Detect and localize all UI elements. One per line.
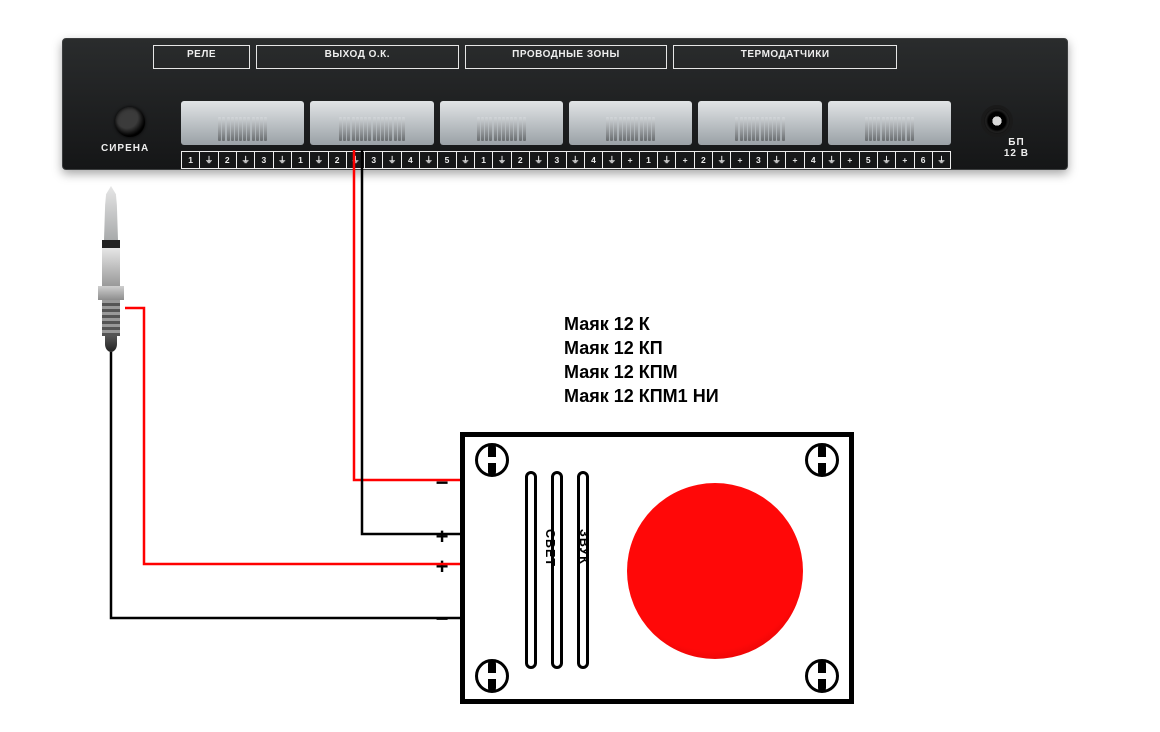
strip-cell: ⏚ bbox=[347, 152, 365, 168]
polarity-minus: − bbox=[432, 470, 452, 496]
strip-cell: 4 bbox=[585, 152, 603, 168]
mount-hole-icon bbox=[805, 659, 839, 693]
trs-sleeve bbox=[102, 248, 120, 286]
strip-cell: ⏚ bbox=[713, 152, 731, 168]
strip-cell: ⏚ bbox=[878, 152, 896, 168]
terminal-block bbox=[828, 101, 951, 145]
terminal-block bbox=[440, 101, 563, 145]
strip-cell: 4 bbox=[402, 152, 420, 168]
strobe-lamp bbox=[627, 483, 803, 659]
strip-cell: + bbox=[676, 152, 694, 168]
wire-red-terminal-to-svet bbox=[354, 150, 460, 480]
group-label-zones: ПРОВОДНЫЕ ЗОНЫ bbox=[465, 45, 668, 69]
mayak-model-line: Маяк 12 КПМ bbox=[564, 360, 719, 384]
wire-red-trs-to-zvuk bbox=[125, 308, 460, 564]
sound-slits bbox=[525, 471, 589, 669]
strip-cell: ⏚ bbox=[200, 152, 218, 168]
terminal-block bbox=[569, 101, 692, 145]
strip-cell: 2 bbox=[329, 152, 347, 168]
strip-cell: 1 bbox=[475, 152, 493, 168]
terminal-block bbox=[310, 101, 433, 145]
group-label-relay: РЕЛЕ bbox=[153, 45, 250, 69]
diagram-stage: РЕЛЕ ВЫХОД О.К. ПРОВОДНЫЕ ЗОНЫ ТЕРМОДАТЧ… bbox=[0, 0, 1160, 732]
dc-power-label: БП12 В bbox=[1004, 137, 1029, 159]
mount-hole-icon bbox=[475, 659, 509, 693]
strip-cell: ⏚ bbox=[603, 152, 621, 168]
mayak-model-line: Маяк 12 КП bbox=[564, 336, 719, 360]
strip-cell: ⏚ bbox=[933, 152, 950, 168]
mayak-model-line: Маяк 12 К bbox=[564, 312, 719, 336]
wire-black-trs-to-zvuk bbox=[111, 352, 460, 618]
trs-audio-plug bbox=[98, 186, 124, 352]
label-sound: ЗВУК bbox=[577, 529, 591, 565]
strip-cell: 1 bbox=[292, 152, 310, 168]
strip-cell: + bbox=[622, 152, 640, 168]
strip-cell: 6 bbox=[915, 152, 933, 168]
strip-cell: ⏚ bbox=[420, 152, 438, 168]
group-label-thermo: ТЕРМОДАТЧИКИ bbox=[673, 45, 897, 69]
trs-nut bbox=[98, 286, 124, 300]
mount-hole-icon bbox=[805, 443, 839, 477]
control-panel-device: РЕЛЕ ВЫХОД О.К. ПРОВОДНЫЕ ЗОНЫ ТЕРМОДАТЧ… bbox=[62, 38, 1068, 170]
strip-cell: 5 bbox=[860, 152, 878, 168]
dc-power-jack bbox=[981, 105, 1013, 137]
strip-cell: + bbox=[731, 152, 749, 168]
strip-cell: 4 bbox=[805, 152, 823, 168]
strip-cell: 1 bbox=[640, 152, 658, 168]
group-label-output: ВЫХОД О.К. bbox=[256, 45, 459, 69]
polarity-plus: + bbox=[432, 554, 452, 580]
polarity-plus: + bbox=[432, 524, 452, 550]
strip-cell: ⏚ bbox=[310, 152, 328, 168]
strip-cell: + bbox=[896, 152, 914, 168]
strip-cell: + bbox=[841, 152, 859, 168]
strip-cell: ⏚ bbox=[237, 152, 255, 168]
strip-cell: 2 bbox=[512, 152, 530, 168]
trs-grip bbox=[102, 300, 120, 336]
strip-cell: ⏚ bbox=[530, 152, 548, 168]
strip-cell: 3 bbox=[255, 152, 273, 168]
strip-cell: ⏚ bbox=[768, 152, 786, 168]
strip-cell: ⏚ bbox=[658, 152, 676, 168]
strip-cell: 3 bbox=[750, 152, 768, 168]
strip-cell: + bbox=[786, 152, 804, 168]
terminal-blocks-row bbox=[181, 101, 951, 145]
strip-cell: ⏚ bbox=[457, 152, 475, 168]
terminal-block bbox=[181, 101, 304, 145]
polarity-minus: − bbox=[432, 606, 452, 632]
trs-boot bbox=[105, 336, 117, 352]
strip-cell: ⏚ bbox=[383, 152, 401, 168]
strip-cell: 3 bbox=[548, 152, 566, 168]
strip-cell: ⏚ bbox=[274, 152, 292, 168]
mayak-model-line: Маяк 12 КПМ1 НИ bbox=[564, 384, 719, 408]
strip-cell: 1 bbox=[182, 152, 200, 168]
strip-cell: 2 bbox=[695, 152, 713, 168]
mayak-siren-module: СВЕТ ЗВУК bbox=[460, 432, 854, 704]
trs-tip bbox=[104, 186, 118, 240]
terminal-block bbox=[698, 101, 821, 145]
strip-cell: 2 bbox=[219, 152, 237, 168]
strip-cell: 5 bbox=[438, 152, 456, 168]
strip-cell: ⏚ bbox=[567, 152, 585, 168]
strip-cell: ⏚ bbox=[823, 152, 841, 168]
mayak-model-list: Маяк 12 К Маяк 12 КП Маяк 12 КПМ Маяк 12… bbox=[564, 312, 719, 408]
trs-ring bbox=[102, 240, 120, 248]
terminal-number-strip: 1⏚2⏚3⏚1⏚2⏚3⏚4⏚5⏚1⏚2⏚3⏚4⏚+1⏚+2⏚+3⏚+4⏚+5⏚+… bbox=[181, 151, 951, 169]
siren-jack-label: СИРЕНА bbox=[101, 143, 149, 154]
mount-hole-icon bbox=[475, 443, 509, 477]
siren-jack-socket bbox=[115, 107, 145, 137]
terminal-group-labels: РЕЛЕ ВЫХОД О.К. ПРОВОДНЫЕ ЗОНЫ ТЕРМОДАТЧ… bbox=[153, 45, 897, 69]
strip-cell: 3 bbox=[365, 152, 383, 168]
strip-cell: ⏚ bbox=[493, 152, 511, 168]
label-light: СВЕТ bbox=[543, 529, 557, 567]
